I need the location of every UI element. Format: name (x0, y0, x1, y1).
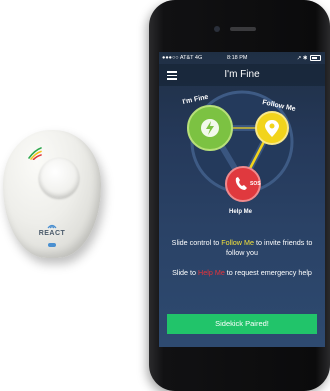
fob-led-indicator (48, 243, 56, 247)
status-time: 8:18 PM (227, 55, 248, 61)
carrier-label: ●●●○○ AT&T 4G (162, 55, 203, 61)
sidekick-fob-device: REACT (3, 130, 101, 258)
sidekick-paired-button[interactable]: Sidekick Paired! (167, 314, 317, 334)
help-instruction-text: Slide to Help Me to request emergency he… (165, 268, 319, 278)
page-title: I'm Fine (224, 69, 260, 80)
status-selector-diagram[interactable]: SOS I'm Fine Follow Me Help Me (159, 86, 325, 222)
instruction-prefix: Slide control to (171, 238, 222, 247)
label-im-fine: I'm Fine (182, 94, 209, 106)
app-screen: ●●●○○ AT&T 4G 8:18 PM ↗ ✱ I'm Fine SOS I… (159, 52, 325, 347)
react-logo-icon (47, 224, 57, 229)
instruction-prefix: Slide to (172, 268, 199, 277)
status-icons: ↗ ✱ (297, 55, 321, 61)
location-pin-dot (269, 123, 275, 129)
fob-panic-button[interactable] (39, 158, 79, 198)
follow-instruction-text: Slide control to Follow Me to invite fri… (165, 238, 319, 258)
fob-brand-label: REACT (38, 230, 66, 237)
follow-me-highlight: Follow Me (221, 238, 254, 247)
earpiece-speaker (230, 27, 256, 31)
status-bar: ●●●○○ AT&T 4G 8:18 PM ↗ ✱ (159, 52, 325, 64)
product-photo: REACT ●●●○○ AT&T 4G 8:18 PM ↗ ✱ I'm Fine (0, 0, 330, 391)
signal-icon (28, 147, 42, 160)
front-camera-icon (214, 26, 220, 32)
battery-icon (310, 55, 321, 61)
app-navbar: I'm Fine (159, 64, 325, 86)
instruction-suffix: to request emergency help (224, 268, 312, 277)
sos-badge: SOS (250, 181, 261, 187)
help-me-highlight: Help Me (198, 268, 225, 277)
location-bluetooth-icons: ↗ ✱ (296, 55, 308, 62)
label-help-me: Help Me (229, 209, 253, 215)
